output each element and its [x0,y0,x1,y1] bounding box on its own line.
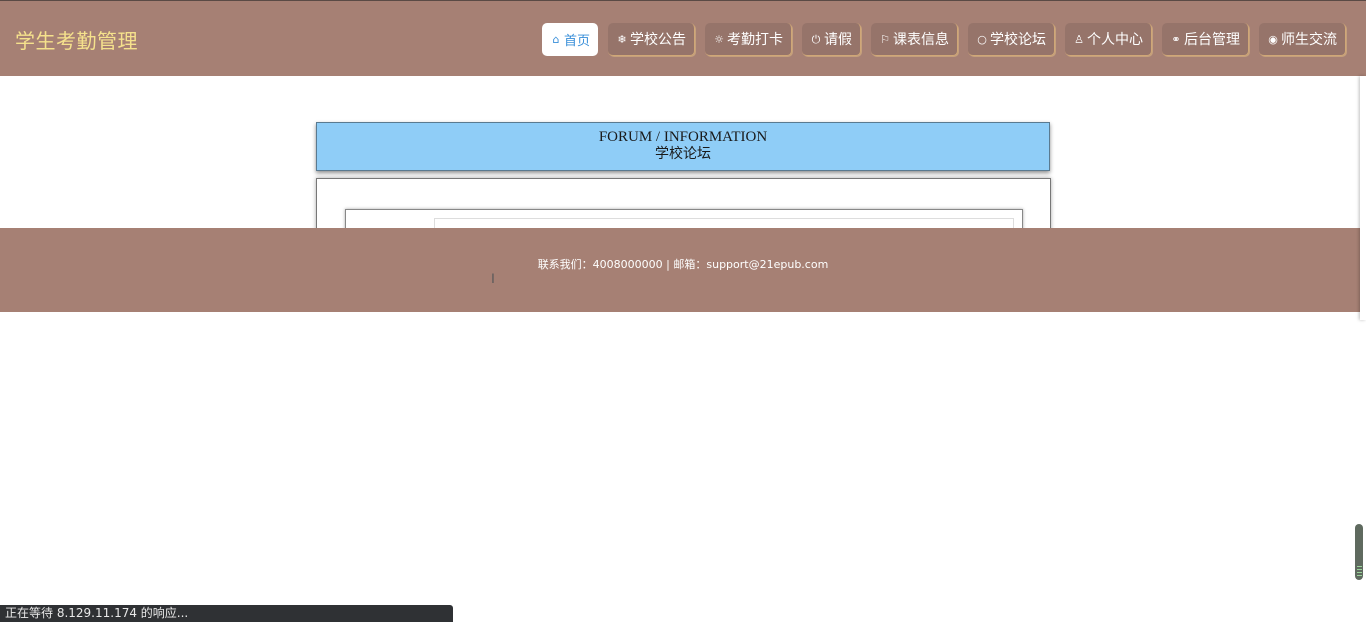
nav-item-label: 学校公告 [630,32,686,48]
scrollbar-grip-icon [1357,566,1362,578]
forum-title-cn: 学校论坛 [655,146,711,162]
nav-item-leave[interactable]: ⏻ 请假 [802,23,861,56]
nav-item-label: 首页 [563,34,590,49]
nav-item-label: 考勤打卡 [727,32,783,48]
user-icon: ♙ [1074,32,1084,46]
power-icon: ⏻ [811,32,821,46]
home-icon: ⌂ [552,33,560,46]
nav-item-announcements[interactable]: ❄ 学校公告 [608,23,695,56]
site-footer: 联系我们：4008000000 | 邮箱：support@21epub.com [0,228,1366,312]
nav-item-label: 个人中心 [1087,32,1143,48]
site-brand[interactable]: 学生考勤管理 [15,25,138,54]
footer-contact: 联系我们：4008000000 | 邮箱：support@21epub.com [537,258,829,271]
nav-item-label: 学校论坛 [990,32,1046,48]
link-icon: ⚭ [1171,32,1181,46]
nav-item-forum[interactable]: ○ 学校论坛 [968,23,1055,56]
nav-item-home[interactable]: ⌂ 首页 [541,23,598,56]
main-nav: ⌂ 首页 ❄ 学校公告 ☼ 考勤打卡 ⏻ 请假 ⚐ 课表信息 ○ 学校论坛 ♙ … [541,23,1346,56]
page-right-edge [1360,76,1366,320]
nav-item-label: 师生交流 [1281,32,1337,48]
circle-icon: ○ [977,32,987,46]
forum-title-en: FORUM / INFORMATION [598,129,768,145]
sun-icon: ☼ [714,32,724,46]
nav-item-communication[interactable]: ◉ 师生交流 [1259,23,1346,56]
forum-section-header: FORUM / INFORMATION 学校论坛 [316,122,1050,171]
browser-status-bar: 正在等待 8.129.11.174 的响应... [0,605,453,622]
snowflake-icon: ❄ [617,32,627,46]
flag-icon: ⚐ [880,32,890,46]
text-cursor-icon: I [491,270,495,286]
top-navbar: 学生考勤管理 ⌂ 首页 ❄ 学校公告 ☼ 考勤打卡 ⏻ 请假 ⚐ 课表信息 ○ … [0,0,1366,76]
nav-item-attendance[interactable]: ☼ 考勤打卡 [705,23,792,56]
nav-item-profile[interactable]: ♙ 个人中心 [1065,23,1152,56]
nav-item-admin[interactable]: ⚭ 后台管理 [1162,23,1249,56]
chat-icon: ◉ [1268,32,1278,46]
nav-item-label: 课表信息 [893,32,949,48]
nav-item-schedule[interactable]: ⚐ 课表信息 [871,23,958,56]
nav-item-label: 后台管理 [1184,32,1240,48]
nav-item-label: 请假 [824,32,852,48]
